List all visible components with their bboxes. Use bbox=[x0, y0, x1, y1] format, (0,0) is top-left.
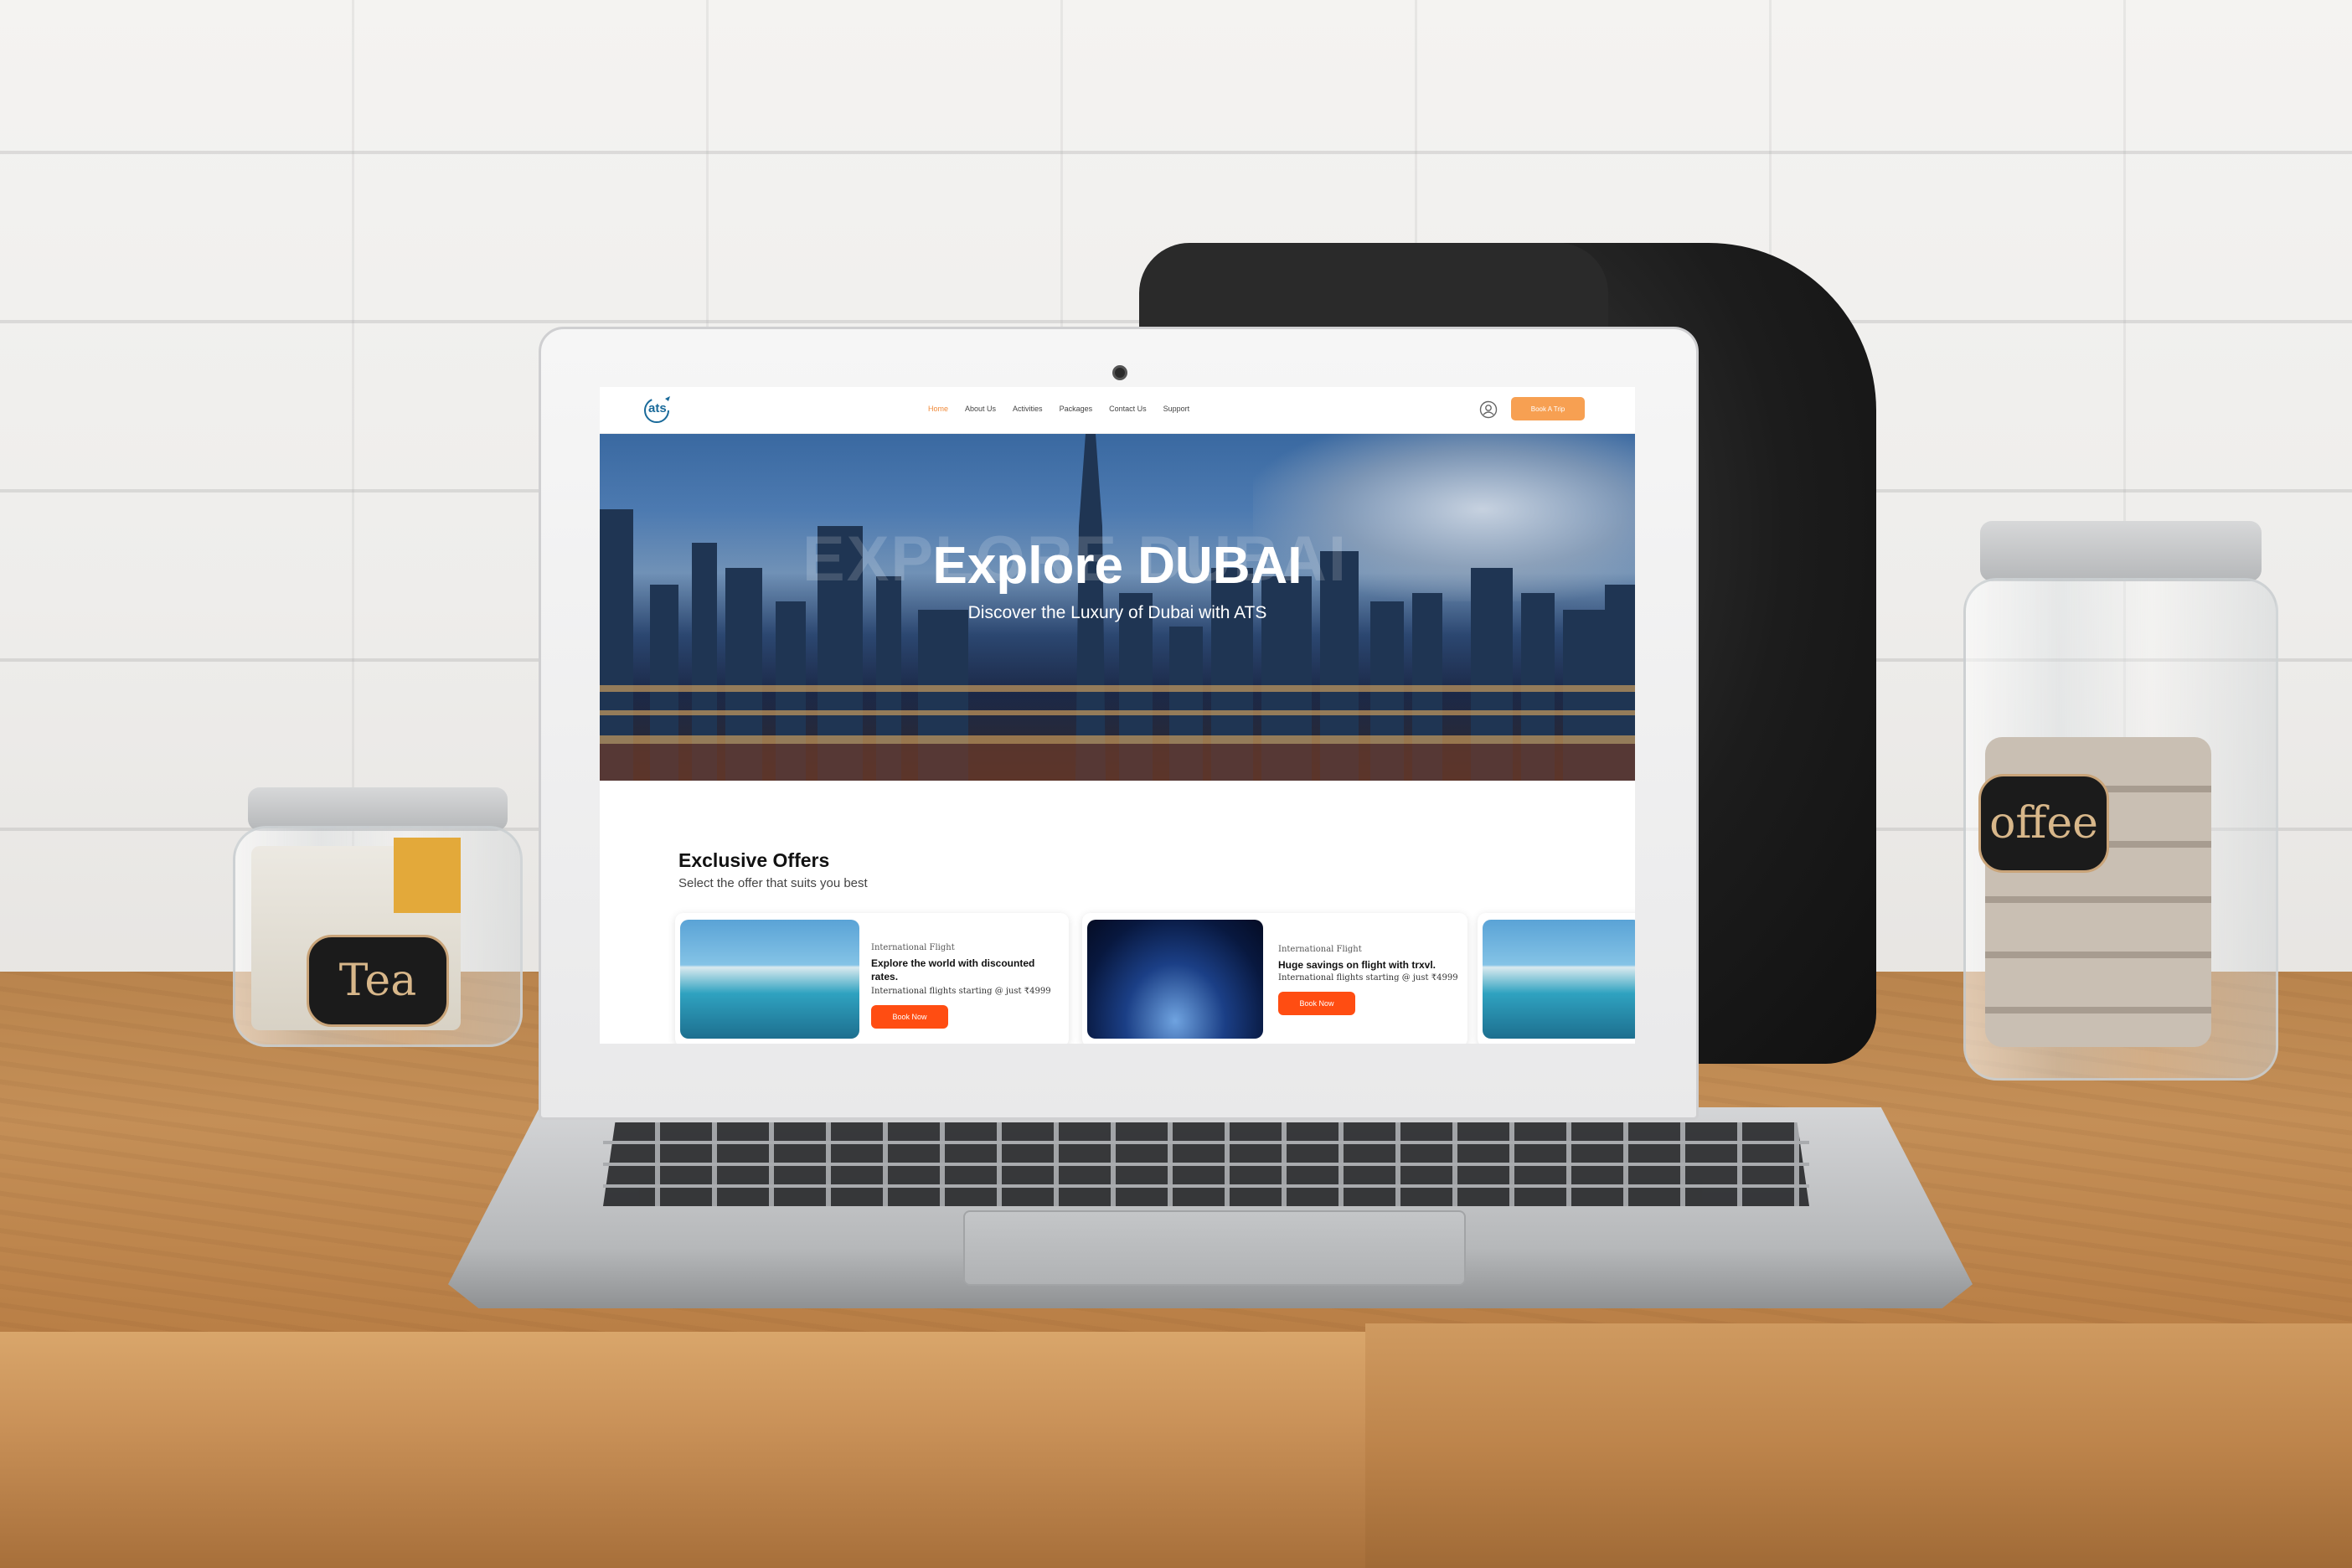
nav-contact-us[interactable]: Contact Us bbox=[1109, 405, 1147, 413]
offer-heading: Explore the world with discounted rates. bbox=[871, 957, 1035, 983]
offers-subtitle: Select the offer that suits you best bbox=[678, 876, 868, 890]
infinity-pool-photo bbox=[1483, 920, 1635, 1039]
laptop-screen: ats Home About Us Activities Packages Co… bbox=[600, 387, 1635, 1044]
user-circle-icon[interactable] bbox=[1479, 400, 1498, 419]
coffee-jar-lid bbox=[1980, 521, 2262, 581]
tea-jar-lid bbox=[248, 787, 508, 831]
nav-home[interactable]: Home bbox=[928, 405, 948, 413]
keyboard-rows bbox=[603, 1122, 1809, 1206]
site-navbar: ats Home About Us Activities Packages Co… bbox=[600, 387, 1635, 434]
nav-about-us[interactable]: About Us bbox=[965, 405, 996, 413]
offer-card[interactable]: International Flight Explore the world w… bbox=[675, 913, 1069, 1044]
book-now-button[interactable]: Book Now bbox=[1278, 992, 1355, 1015]
tea-tag bbox=[394, 838, 461, 913]
coffee-jar-label: offee bbox=[1978, 774, 2109, 873]
offers-title: Exclusive Offers bbox=[678, 849, 830, 871]
offer-heading: Huge savings on flight with trxvl. bbox=[1278, 959, 1436, 971]
counter-edge-left bbox=[0, 1332, 1374, 1568]
nav-packages[interactable]: Packages bbox=[1060, 405, 1093, 413]
tea-jar-label: Tea bbox=[307, 935, 449, 1027]
offer-price: International flights starting @ just ₹4… bbox=[871, 987, 1051, 996]
airplane-wing-sky-photo bbox=[1087, 920, 1263, 1039]
nav-activities[interactable]: Activities bbox=[1013, 405, 1043, 413]
hero-title: Explore DUBAI bbox=[932, 537, 1302, 595]
nav-links: Home About Us Activities Packages Contac… bbox=[928, 405, 1189, 413]
logo-text[interactable]: ats bbox=[648, 401, 667, 415]
offer-kicker: International Flight bbox=[871, 943, 955, 952]
offer-kicker: International Flight bbox=[1278, 945, 1362, 954]
hero-subtitle: Discover the Luxury of Dubai with ATS bbox=[967, 603, 1267, 622]
book-now-button[interactable]: Book Now bbox=[871, 1005, 948, 1029]
counter-edge-right bbox=[1365, 1323, 2352, 1568]
book-a-trip-button[interactable]: Book A Trip bbox=[1511, 397, 1585, 420]
offer-price: International flights starting @ just ₹4… bbox=[1278, 973, 1458, 983]
laptop-trackpad bbox=[963, 1210, 1466, 1286]
infinity-pool-photo bbox=[680, 920, 859, 1039]
offer-card[interactable] bbox=[1478, 913, 1635, 1044]
nav-support[interactable]: Support bbox=[1163, 405, 1190, 413]
webcam bbox=[1112, 365, 1127, 380]
offer-card[interactable]: International Flight Huge savings on fli… bbox=[1082, 913, 1467, 1044]
